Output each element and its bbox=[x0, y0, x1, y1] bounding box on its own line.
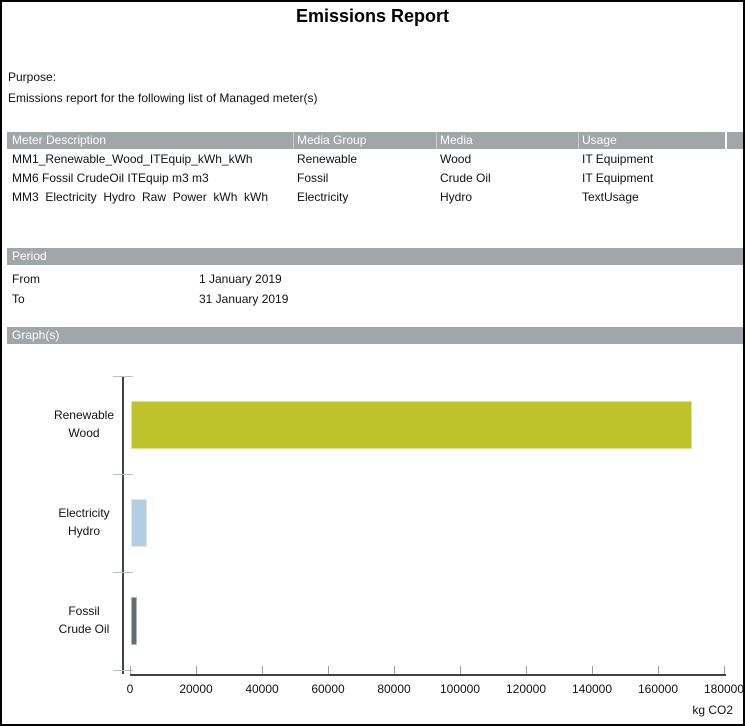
y-axis-tick bbox=[113, 376, 133, 377]
period-from-row: From 1 January 2019 bbox=[7, 269, 743, 289]
table-header-right-stub bbox=[727, 132, 743, 149]
emissions-report-page: Emissions Report Purpose: Emissions repo… bbox=[0, 0, 745, 726]
cell-usage: TextUsage bbox=[582, 188, 722, 207]
category-label-electricity-hydro: Electricity Hydro bbox=[30, 504, 138, 540]
graphs-section-label: Graph(s) bbox=[7, 328, 59, 342]
x-axis-tick-label: 180000 bbox=[684, 682, 745, 696]
period-section-label: Period bbox=[7, 249, 47, 263]
to-value: 31 January 2019 bbox=[199, 289, 288, 309]
col-header-media-group: Media Group bbox=[297, 132, 366, 149]
col-header-meter-description: Meter Description bbox=[12, 132, 106, 149]
cell-meter-description: MM1_Renewable_Wood_ITEquip_kWh_kWh bbox=[12, 150, 293, 169]
y-axis-tick bbox=[113, 572, 133, 573]
col-header-usage: Usage bbox=[582, 132, 617, 149]
x-axis-line bbox=[130, 674, 726, 676]
emissions-bar-chart: Renewable Wood Electricity Hydro Fossil Cr… bbox=[2, 376, 745, 726]
cell-meter-description: MM6 Fossil CrudeOil ITEquip m3 m3 bbox=[12, 169, 293, 188]
purpose-text: Emissions report for the following list … bbox=[8, 91, 317, 105]
cell-media-group: Electricity bbox=[297, 188, 435, 207]
x-axis-tick bbox=[724, 666, 725, 674]
header-separator bbox=[436, 132, 437, 149]
cell-media: Hydro bbox=[440, 188, 578, 207]
x-axis-tick bbox=[262, 666, 263, 674]
header-separator bbox=[578, 132, 579, 149]
cell-usage: IT Equipment bbox=[582, 150, 722, 169]
x-axis-tick bbox=[526, 666, 527, 674]
cell-media: Wood bbox=[440, 150, 578, 169]
from-value: 1 January 2019 bbox=[199, 269, 282, 289]
x-axis-unit-label: kg CO2 bbox=[692, 703, 733, 717]
cell-media-group: Renewable bbox=[297, 150, 435, 169]
x-axis-tick bbox=[460, 666, 461, 674]
table-row: MM3 Electricity Hydro Raw Power kWh kWh … bbox=[7, 188, 725, 207]
page-title: Emissions Report bbox=[2, 6, 743, 27]
y-axis-tick bbox=[113, 474, 133, 475]
bar-fossil-crude-oil bbox=[131, 597, 137, 645]
table-row: MM1_Renewable_Wood_ITEquip_kWh_kWh Renew… bbox=[7, 150, 725, 169]
to-label: To bbox=[12, 289, 25, 309]
period-to-row: To 31 January 2019 bbox=[7, 289, 743, 309]
x-axis-tick bbox=[658, 666, 659, 674]
category-label-fossil-crude-oil: Fossil Crude Oil bbox=[30, 602, 138, 638]
cell-media: Crude Oil bbox=[440, 169, 578, 188]
bar-electricity-hydro bbox=[131, 499, 147, 547]
category-label-renewable-wood: Renewable Wood bbox=[30, 406, 138, 442]
purpose-label: Purpose: bbox=[8, 70, 56, 84]
x-axis-tick bbox=[394, 666, 395, 674]
x-axis-tick bbox=[592, 666, 593, 674]
meters-table-header: Meter Description Media Group Media Usag… bbox=[7, 132, 725, 149]
x-axis-tick bbox=[130, 666, 131, 674]
graphs-section-header: Graph(s) bbox=[7, 327, 743, 344]
period-section-header: Period bbox=[7, 248, 743, 265]
cell-media-group: Fossil bbox=[297, 169, 435, 188]
cell-usage: IT Equipment bbox=[582, 169, 722, 188]
table-row: MM6 Fossil CrudeOil ITEquip m3 m3 Fossil… bbox=[7, 169, 725, 188]
header-separator bbox=[293, 132, 294, 149]
x-axis-tick bbox=[196, 666, 197, 674]
col-header-media: Media bbox=[440, 132, 473, 149]
cell-meter-description: MM3 Electricity Hydro Raw Power kWh kWh bbox=[12, 188, 293, 207]
bar-renewable-wood bbox=[131, 401, 692, 449]
x-axis-tick bbox=[328, 666, 329, 674]
from-label: From bbox=[12, 269, 40, 289]
